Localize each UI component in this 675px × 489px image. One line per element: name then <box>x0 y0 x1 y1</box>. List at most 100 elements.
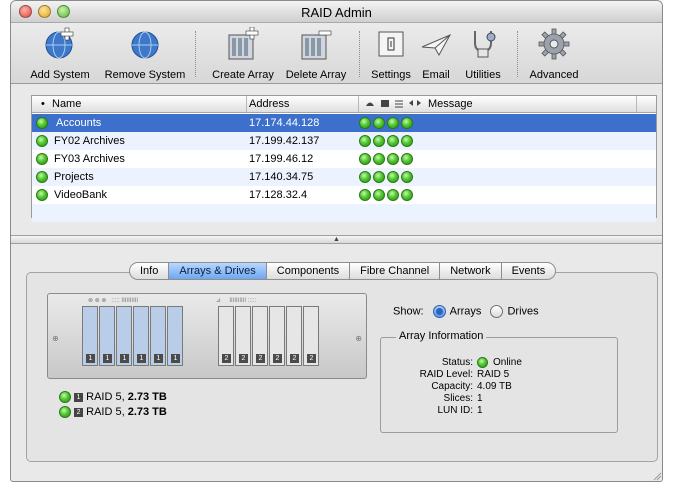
drive-bay[interactable]: 1 <box>167 306 183 366</box>
drive-bay[interactable]: 2 <box>269 306 285 366</box>
pane-splitter[interactable]: ▲ <box>11 235 662 244</box>
drive-status-cell <box>359 114 413 132</box>
drive-bays-minus-icon <box>301 30 332 60</box>
name-column-header[interactable]: Name <box>49 97 81 112</box>
system-status-icon <box>36 114 48 132</box>
drive-bay-array-badge: 1 <box>86 354 95 363</box>
delete-array-button[interactable]: Delete Array <box>279 27 353 83</box>
create-array-button[interactable]: Create Array <box>205 27 281 83</box>
drives-radio[interactable] <box>490 305 504 318</box>
drive-bay-array-badge: 1 <box>103 354 112 363</box>
system-name-cell: Accounts <box>56 117 102 129</box>
advanced-label: Advanced <box>529 69 579 81</box>
table-row-empty <box>32 204 656 222</box>
array-1-size: 2.73 TB <box>127 391 167 403</box>
status-online-icon <box>59 391 71 404</box>
table-row[interactable]: FY02 Archives 17.199.42.137 <box>32 132 656 150</box>
drive-bay[interactable]: 1 <box>116 306 132 366</box>
drive-bay[interactable]: 1 <box>133 306 149 366</box>
show-selector: Show: Arrays Drives <box>393 305 539 318</box>
tab-fibre-channel[interactable]: Fibre Channel <box>350 262 441 280</box>
address-column-header[interactable]: Address <box>246 97 289 112</box>
gear-icon <box>538 28 570 60</box>
table-row[interactable]: VideoBank 17.128.32.4 <box>32 186 656 204</box>
system-name-cell: FY03 Archives <box>54 153 125 165</box>
drive-bay[interactable]: 1 <box>99 306 115 366</box>
drives-radio-label[interactable]: Drives <box>507 305 538 317</box>
system-status-icon <box>36 150 48 168</box>
column-separator <box>358 96 359 112</box>
tab-network[interactable]: Network <box>440 262 502 280</box>
system-address-cell: 17.199.46.12 <box>249 153 314 165</box>
info-field-value: RAID 5 <box>477 369 510 380</box>
drive-bays-plus-icon <box>228 27 259 60</box>
remove-system-button[interactable]: Remove System <box>102 27 188 83</box>
column-separator <box>636 96 637 112</box>
raid-admin-window: RAID Admin Add System Remove System Crea… <box>10 0 663 482</box>
enclosure-vent-left: ⊗ ⊗ ⊗ ::::: IIIIIIIIII <box>88 298 139 304</box>
window-title: RAID Admin <box>301 5 372 20</box>
raid-enclosure-diagram: ⊗ ⊗ ⊗ ::::: IIIIIIIIII ⊿ IIIIIIIIII ::::… <box>47 293 367 379</box>
tab-info[interactable]: Info <box>129 262 170 280</box>
system-address-cell: 17.174.44.128 <box>249 117 320 129</box>
drive-bay[interactable]: 1 <box>150 306 166 366</box>
drive-bay-array-badge: 1 <box>171 354 180 363</box>
array-information-title: Array Information <box>396 330 487 342</box>
toolbar-separator <box>195 31 196 77</box>
table-row[interactable]: Projects 17.140.34.75 <box>32 168 656 186</box>
systems-table: • Name Address Message Accounts 17.174.44… <box>31 95 657 222</box>
drive-bay-array-badge: 2 <box>307 354 316 363</box>
system-status-icon <box>36 168 48 186</box>
table-header: • Name Address Message <box>32 96 656 113</box>
arrays-radio-label[interactable]: Arrays <box>450 305 482 317</box>
drive-bay[interactable]: 2 <box>303 306 319 366</box>
email-button[interactable]: Email <box>416 27 456 83</box>
array-1-legend[interactable]: 1 RAID 5, 2.73 TB <box>59 391 167 404</box>
message-column-header[interactable]: Message <box>425 97 473 112</box>
table-row[interactable]: Accounts 17.174.44.128 <box>32 114 656 132</box>
tab-arrays-drives[interactable]: Arrays & Drives <box>169 262 267 280</box>
arrays-radio[interactable] <box>432 305 446 318</box>
array-2-bays: 222222 <box>218 306 319 366</box>
array-2-raid-label: RAID 5, <box>86 406 125 418</box>
info-field-value: 1 <box>477 393 483 404</box>
system-address-cell: 17.199.42.137 <box>249 135 320 147</box>
drive-bay[interactable]: 2 <box>286 306 302 366</box>
array-2-legend[interactable]: 2 RAID 5, 2.73 TB <box>59 406 167 419</box>
advanced-button[interactable]: Advanced <box>524 27 584 83</box>
drive-bay[interactable]: 2 <box>252 306 268 366</box>
array-2-size: 2.73 TB <box>127 406 167 418</box>
drive-status-cell <box>359 132 413 150</box>
drive-bay[interactable]: 2 <box>218 306 234 366</box>
system-status-icon <box>36 186 48 204</box>
info-field-label: RAID Level: <box>419 369 473 380</box>
drive-status-cell <box>359 150 413 168</box>
system-name-cell: FY02 Archives <box>54 135 125 147</box>
utilities-label: Utilities <box>465 69 501 81</box>
resize-grip-icon[interactable] <box>652 471 662 481</box>
drive-bay[interactable]: 2 <box>235 306 251 366</box>
drive-bay-array-badge: 1 <box>137 354 146 363</box>
drive-bay-array-badge: 2 <box>273 354 282 363</box>
drive-bay-array-badge: 2 <box>290 354 299 363</box>
system-name-cell: VideoBank <box>54 189 108 201</box>
settings-button[interactable]: Settings <box>366 27 416 83</box>
settings-panel-icon <box>378 31 404 57</box>
info-field-label: Slices: <box>443 393 473 404</box>
system-address-cell: 17.140.34.75 <box>249 171 314 183</box>
info-field-value: Online <box>493 357 522 368</box>
utilities-button[interactable]: Utilities <box>456 27 510 83</box>
settings-label: Settings <box>371 69 411 81</box>
enclosure-screw-icon: ⊕ <box>355 334 362 343</box>
add-system-label: Add System <box>30 69 90 81</box>
tab-components[interactable]: Components <box>266 262 351 280</box>
tab-events[interactable]: Events <box>501 262 557 280</box>
status-icons-header <box>362 97 432 112</box>
drive-bay[interactable]: 1 <box>82 306 98 366</box>
info-field-value: 1 <box>477 405 483 416</box>
array-1-bays: 111111 <box>82 306 183 366</box>
status-online-icon <box>477 357 488 368</box>
title-bar: RAID Admin <box>11 1 662 23</box>
add-system-button[interactable]: Add System <box>16 27 104 83</box>
table-row[interactable]: FY03 Archives 17.199.46.12 <box>32 150 656 168</box>
